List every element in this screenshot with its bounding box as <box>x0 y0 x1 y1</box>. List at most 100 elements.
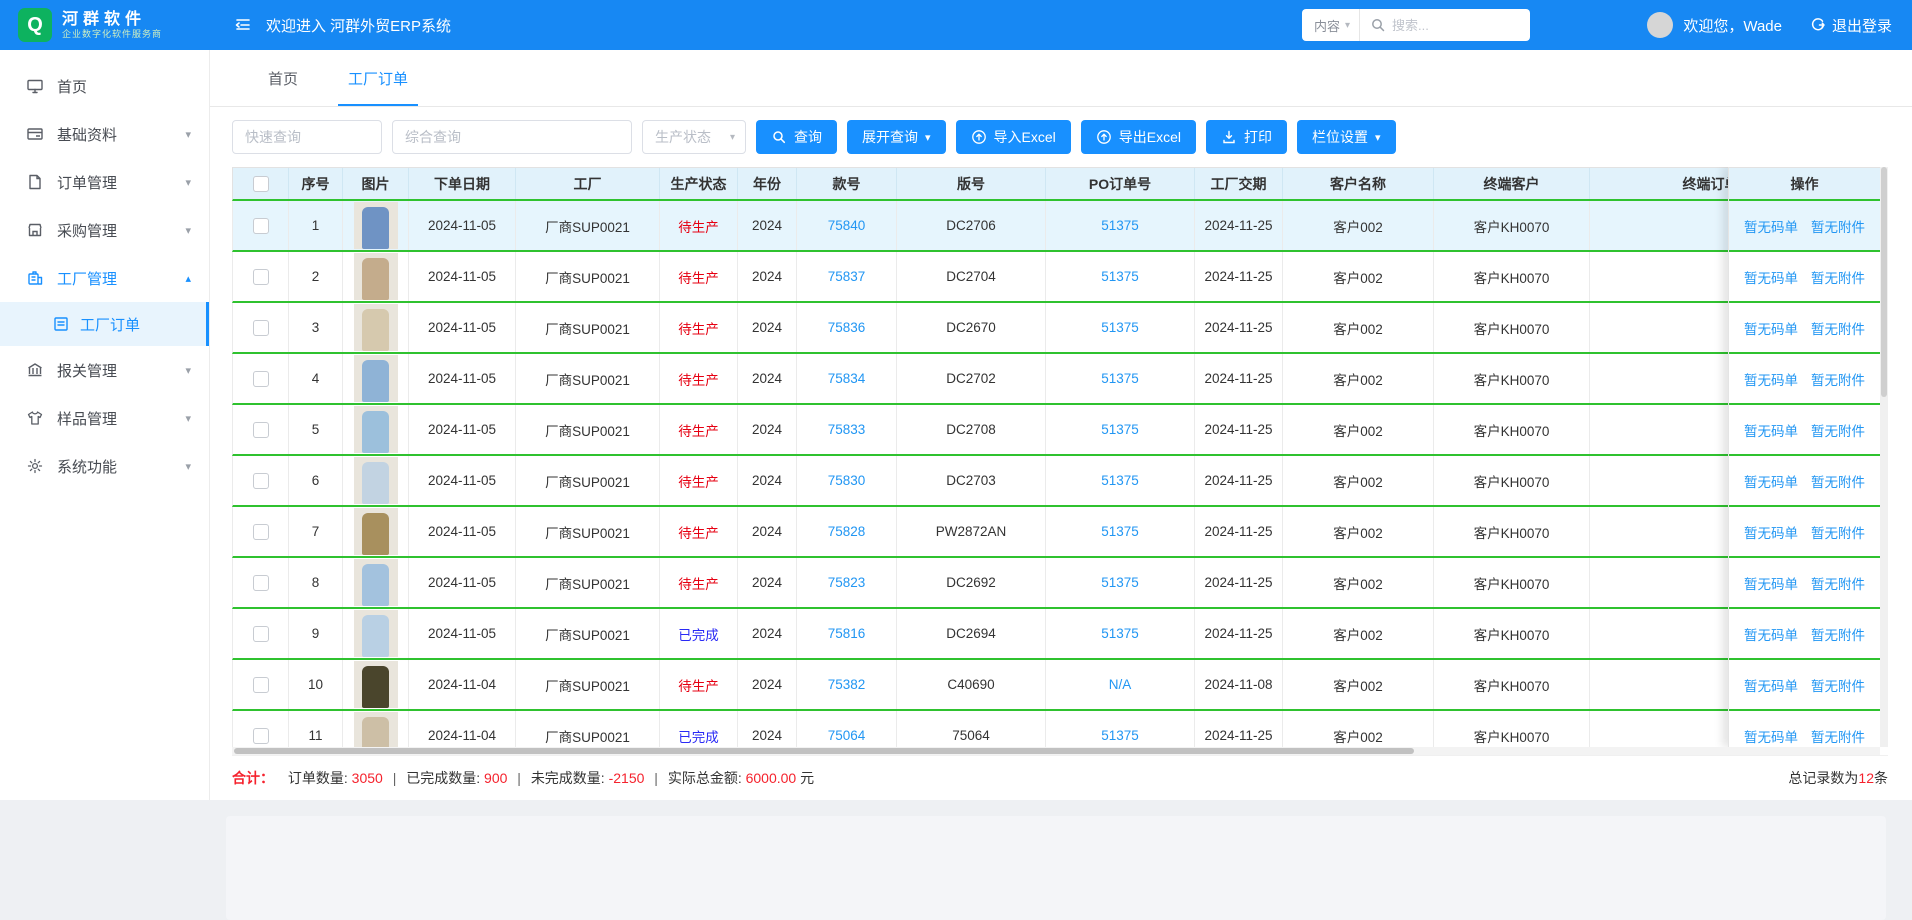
row-checkbox[interactable] <box>253 320 269 336</box>
sidebar-item-customs-mgmt[interactable]: 报关管理 ▾ <box>0 346 209 394</box>
no-size-sheet-link[interactable]: 暂无码单 <box>1744 267 1798 287</box>
print-button[interactable]: 打印 <box>1206 120 1287 154</box>
table-row[interactable]: 3 2024-11-05 厂商SUP0021 待生产 2024 75836 DC… <box>232 303 1859 354</box>
no-attachment-link[interactable]: 暂无附件 <box>1811 369 1865 389</box>
import-excel-button[interactable]: 导入Excel <box>956 120 1071 154</box>
no-size-sheet-link[interactable]: 暂无码单 <box>1744 318 1798 338</box>
row-checkbox[interactable] <box>253 269 269 285</box>
vertical-scroll-thumb[interactable] <box>1881 167 1887 397</box>
no-attachment-link[interactable]: 暂无附件 <box>1811 522 1865 542</box>
cell-version-no: DC2703 <box>897 456 1046 505</box>
po-no-link[interactable]: 51375 <box>1101 728 1139 743</box>
no-size-sheet-link[interactable]: 暂无码单 <box>1744 471 1798 491</box>
style-no-link[interactable]: 75382 <box>828 677 866 692</box>
row-checkbox[interactable] <box>253 371 269 387</box>
po-no-link[interactable]: 51375 <box>1101 320 1139 335</box>
row-checkbox[interactable] <box>253 626 269 642</box>
po-no-link[interactable]: 51375 <box>1101 371 1139 386</box>
po-no-link[interactable]: 51375 <box>1101 269 1139 284</box>
row-checkbox[interactable] <box>253 524 269 540</box>
no-attachment-link[interactable]: 暂无附件 <box>1811 471 1865 491</box>
po-no-link[interactable]: 51375 <box>1101 473 1139 488</box>
no-size-sheet-link[interactable]: 暂无码单 <box>1744 726 1798 746</box>
po-no-link[interactable]: 51375 <box>1101 626 1139 641</box>
row-checkbox[interactable] <box>253 677 269 693</box>
no-attachment-link[interactable]: 暂无附件 <box>1811 267 1865 287</box>
cell-customer: 客户002 <box>1283 303 1434 352</box>
cell-factory: 厂商SUP0021 <box>516 405 660 454</box>
combined-search-input[interactable] <box>392 120 632 154</box>
sidebar-item-order-mgmt[interactable]: 订单管理 ▾ <box>0 158 209 206</box>
style-no-link[interactable]: 75830 <box>828 473 866 488</box>
no-attachment-link[interactable]: 暂无附件 <box>1811 624 1865 644</box>
row-checkbox[interactable] <box>253 728 269 744</box>
po-no-link[interactable]: 51375 <box>1101 218 1139 233</box>
table-row[interactable]: 4 2024-11-05 厂商SUP0021 待生产 2024 75834 DC… <box>232 354 1859 405</box>
sidebar-item-sample-mgmt[interactable]: 样品管理 ▾ <box>0 394 209 442</box>
no-attachment-link[interactable]: 暂无附件 <box>1811 675 1865 695</box>
row-checkbox[interactable] <box>253 473 269 489</box>
sidebar-item-system-functions[interactable]: 系统功能 ▾ <box>0 442 209 490</box>
tab-factory-orders[interactable]: 工厂订单 <box>348 50 408 106</box>
style-no-link[interactable]: 75823 <box>828 575 866 590</box>
table-row[interactable]: 2 2024-11-05 厂商SUP0021 待生产 2024 75837 DC… <box>232 252 1859 303</box>
style-no-link[interactable]: 75064 <box>828 728 866 743</box>
table-row[interactable]: 9 2024-11-05 厂商SUP0021 已完成 2024 75816 DC… <box>232 609 1859 660</box>
style-no-link[interactable]: 75837 <box>828 269 866 284</box>
row-checkbox[interactable] <box>253 575 269 591</box>
export-excel-button[interactable]: 导出Excel <box>1081 120 1196 154</box>
quick-search-input[interactable] <box>232 120 382 154</box>
style-no-link[interactable]: 75816 <box>828 626 866 641</box>
no-size-sheet-link[interactable]: 暂无码单 <box>1744 420 1798 440</box>
table-row[interactable]: 7 2024-11-05 厂商SUP0021 待生产 2024 75828 PW… <box>232 507 1859 558</box>
table-row[interactable]: 1 2024-11-05 厂商SUP0021 待生产 2024 75840 DC… <box>232 201 1859 252</box>
no-attachment-link[interactable]: 暂无附件 <box>1811 726 1865 746</box>
tab-home[interactable]: 首页 <box>268 50 298 106</box>
no-attachment-link[interactable]: 暂无附件 <box>1811 216 1865 236</box>
expand-query-button[interactable]: 展开查询 ▾ <box>847 120 946 154</box>
po-no-link[interactable]: 51375 <box>1101 575 1139 590</box>
no-size-sheet-link[interactable]: 暂无码单 <box>1744 624 1798 644</box>
no-size-sheet-link[interactable]: 暂无码单 <box>1744 522 1798 542</box>
table-row[interactable]: 5 2024-11-05 厂商SUP0021 待生产 2024 75833 DC… <box>232 405 1859 456</box>
table-horizontal-scrollbar[interactable] <box>232 747 1880 755</box>
no-size-sheet-link[interactable]: 暂无码单 <box>1744 675 1798 695</box>
select-all-checkbox[interactable] <box>253 176 269 192</box>
query-button[interactable]: 查询 <box>756 120 837 154</box>
po-no-link[interactable]: 51375 <box>1101 422 1139 437</box>
production-status-select[interactable]: 生产状态 ▾ <box>642 120 746 154</box>
po-no-link[interactable]: 51375 <box>1101 524 1139 539</box>
table-row-actions: 暂无码单 暂无附件 <box>1729 711 1880 747</box>
sidebar-item-factory-orders[interactable]: 工厂订单 <box>0 302 209 346</box>
row-checkbox[interactable] <box>253 218 269 234</box>
sidebar-item-basic-data[interactable]: 基础资料 ▾ <box>0 110 209 158</box>
no-size-sheet-link[interactable]: 暂无码单 <box>1744 216 1798 236</box>
sidebar-item-home[interactable]: 首页 <box>0 62 209 110</box>
no-size-sheet-link[interactable]: 暂无码单 <box>1744 573 1798 593</box>
horizontal-scroll-thumb[interactable] <box>234 748 1414 754</box>
style-no-link[interactable]: 75833 <box>828 422 866 437</box>
search-category-select[interactable]: 内容 ▾ <box>1302 9 1360 41</box>
sidebar-item-purchase-mgmt[interactable]: 采购管理 ▾ <box>0 206 209 254</box>
no-attachment-link[interactable]: 暂无附件 <box>1811 318 1865 338</box>
table-row[interactable]: 8 2024-11-05 厂商SUP0021 待生产 2024 75823 DC… <box>232 558 1859 609</box>
style-no-link[interactable]: 75828 <box>828 524 866 539</box>
table-body: 1 2024-11-05 厂商SUP0021 待生产 2024 75840 DC… <box>232 201 1859 755</box>
no-attachment-link[interactable]: 暂无附件 <box>1811 420 1865 440</box>
no-attachment-link[interactable]: 暂无附件 <box>1811 573 1865 593</box>
logout-button[interactable]: 退出登录 <box>1810 15 1892 36</box>
style-no-link[interactable]: 75836 <box>828 320 866 335</box>
table-row[interactable]: 10 2024-11-04 厂商SUP0021 待生产 2024 75382 C… <box>232 660 1859 711</box>
po-no-link[interactable]: N/A <box>1109 677 1132 692</box>
column-settings-button[interactable]: 栏位设置 ▾ <box>1297 120 1396 154</box>
header-search-input[interactable] <box>1386 18 1530 33</box>
cell-end-customer: 客户KH0070 <box>1434 660 1590 709</box>
style-no-link[interactable]: 75834 <box>828 371 866 386</box>
collapse-sidebar-icon[interactable] <box>234 16 252 34</box>
table-row[interactable]: 6 2024-11-05 厂商SUP0021 待生产 2024 75830 DC… <box>232 456 1859 507</box>
style-no-link[interactable]: 75840 <box>828 218 866 233</box>
row-checkbox[interactable] <box>253 422 269 438</box>
no-size-sheet-link[interactable]: 暂无码单 <box>1744 369 1798 389</box>
table-vertical-scrollbar[interactable] <box>1880 167 1888 747</box>
sidebar-item-factory-mgmt[interactable]: 工厂管理 ▴ <box>0 254 209 302</box>
